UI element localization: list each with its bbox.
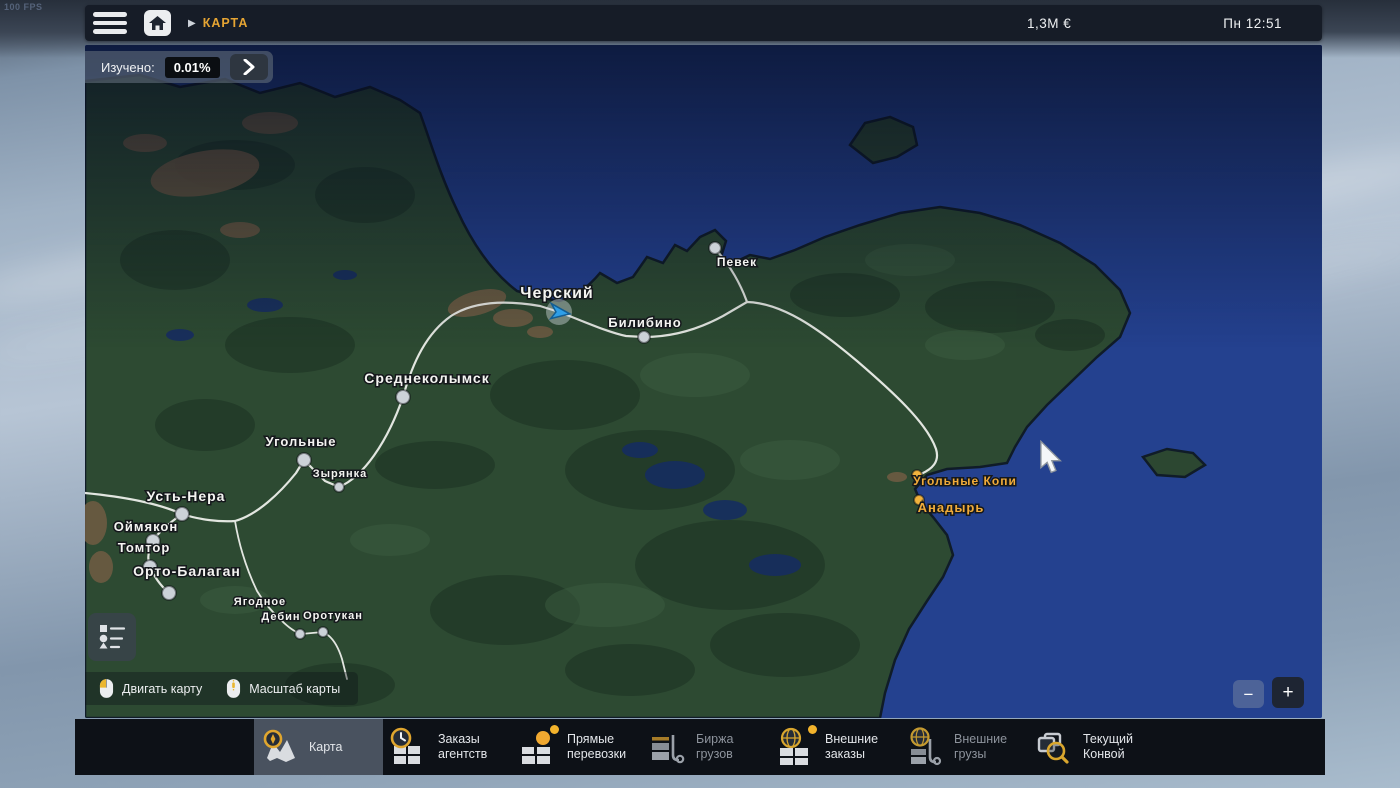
toolbar-item-market[interactable]: Биржа грузов (641, 719, 770, 775)
zoom-in-button[interactable]: + (1272, 677, 1304, 708)
hint-zoom-label: Масштаб карты (249, 682, 340, 696)
notification-badge (808, 725, 817, 734)
city-label: Оймякон (114, 519, 178, 534)
mouse-left-button-icon (99, 678, 114, 699)
convoy-icon (1032, 727, 1076, 767)
chevron-right-icon (242, 59, 256, 75)
city-label: Анадырь (918, 500, 985, 515)
city-dot[interactable] (297, 453, 311, 467)
city-label: Томтор (118, 540, 171, 555)
fps-counter: 100 FPS (4, 2, 43, 12)
map-icon (258, 727, 302, 767)
city-label: Дебин (261, 611, 300, 623)
toolbar-item-agency[interactable]: Заказы агентств (383, 719, 512, 775)
zoom-out-button[interactable]: − (1233, 680, 1264, 708)
explored-panel: Изучено: 0.01% (85, 51, 273, 83)
toolbar-item-label: Карта (309, 740, 342, 755)
clock-orders-icon (387, 727, 431, 767)
city-label: Певек (717, 255, 757, 269)
time-display: Пн 12:51 (1223, 16, 1282, 31)
bottom-toolbar: Карта Заказы агентств Прямые перевозки Б… (75, 719, 1325, 775)
city-label: Орто-Балаган (133, 563, 241, 579)
hint-zoom: Масштаб карты (226, 678, 340, 699)
city-label: Оротукан (303, 610, 363, 622)
notification-badge (550, 725, 559, 734)
toolbar-item-label: Заказы агентств (438, 732, 508, 762)
city-label: Усть-Нера (147, 488, 226, 504)
toolbar-item-label: Биржа грузов (696, 732, 766, 762)
city-dot[interactable] (396, 390, 410, 404)
money-display: 1,3M € (1027, 16, 1071, 31)
map-canvas[interactable]: ЧерскийБилибиноПевекСреднеколымскУгольны… (85, 45, 1322, 718)
menu-button[interactable] (93, 11, 129, 35)
city-marker[interactable]: Ягодное (234, 596, 286, 608)
city-label: Билибино (608, 315, 681, 330)
city-dot[interactable] (162, 586, 176, 600)
player-position-marker[interactable] (546, 299, 572, 325)
explored-expand-button[interactable] (230, 54, 268, 80)
city-dot[interactable] (709, 242, 721, 254)
explored-value: 0.01% (165, 57, 220, 78)
hint-pan-label: Двигать карту (122, 682, 202, 696)
city-dot[interactable] (295, 629, 305, 639)
city-label: Угольные (266, 434, 337, 449)
freight-market-icon (645, 727, 689, 767)
toolbar-item-label: Прямые перевозки (567, 732, 637, 762)
legend-icon (96, 621, 128, 653)
external-freight-icon (903, 727, 947, 767)
hint-pan: Двигать карту (99, 678, 202, 699)
toolbar-item-ext-freight[interactable]: Внешние грузы (899, 719, 1028, 775)
map-legend-button[interactable] (88, 613, 136, 661)
toolbar-item-map[interactable]: Карта (254, 719, 383, 775)
top-bar: ▶ КАРТА 1,3M € Пн 12:51 (85, 5, 1322, 41)
zoom-controls: − + (1233, 677, 1304, 708)
toolbar-item-ext-orders[interactable]: Внешние заказы (770, 719, 899, 775)
toolbar-item-label: Внешние грузы (954, 732, 1024, 762)
toolbar-item-label: Внешние заказы (825, 732, 895, 762)
city-dot[interactable] (334, 482, 344, 492)
city-dot[interactable] (318, 627, 328, 637)
explored-label: Изучено: (101, 60, 155, 75)
home-icon (149, 16, 166, 31)
city-label: Ягодное (234, 596, 286, 608)
city-label: Угольные Копи (913, 474, 1017, 488)
mouse-wheel-icon (226, 678, 241, 699)
breadcrumb[interactable]: КАРТА (203, 16, 249, 30)
map-hints: Двигать карту Масштаб карты (85, 672, 358, 705)
world-map[interactable]: ЧерскийБилибиноПевекСреднеколымскУгольны… (85, 45, 1322, 718)
toolbar-item-direct[interactable]: Прямые перевозки (512, 719, 641, 775)
home-button[interactable] (144, 10, 171, 36)
city-dot[interactable] (638, 331, 650, 343)
city-label: Среднеколымск (364, 370, 489, 386)
city-label: Зырянка (313, 468, 368, 480)
breadcrumb-chevron-icon: ▶ (188, 18, 196, 29)
toolbar-item-convoy[interactable]: Текущий Конвой (1028, 719, 1157, 775)
toolbar-item-label: Текущий Конвой (1083, 732, 1153, 762)
